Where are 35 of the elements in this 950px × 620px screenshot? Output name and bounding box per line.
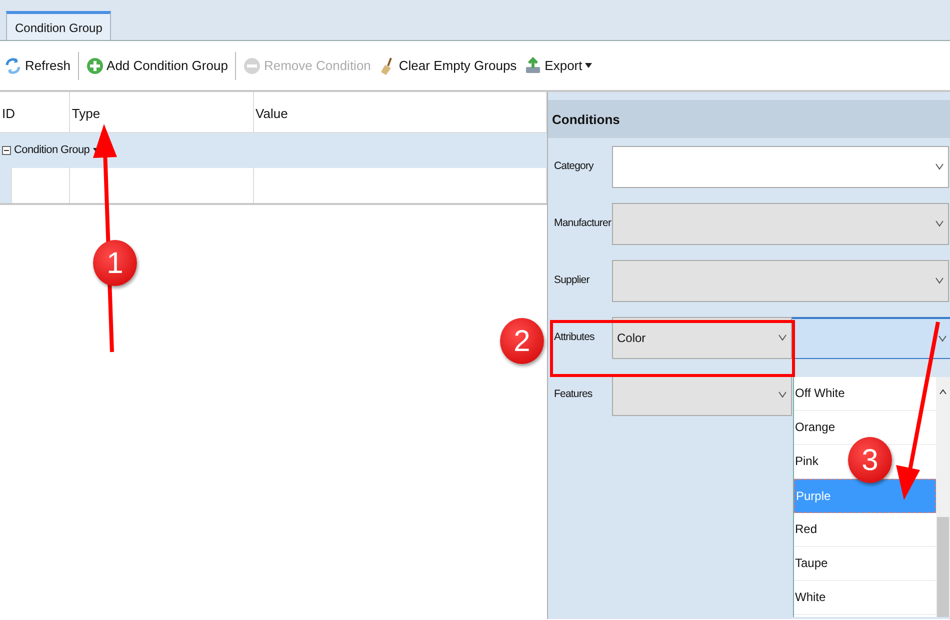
chevron-down-icon [935,163,944,170]
chevron-down-icon [935,277,944,284]
combo-box[interactable] [792,316,950,358]
toolbar-button[interactable]: Clear Empty Groups [376,54,519,78]
field-label: Features [554,386,594,402]
combo-box[interactable] [612,202,949,244]
combo-box[interactable]: Color [612,316,792,358]
chevron-down-icon [778,334,787,341]
combo-box[interactable] [612,260,949,302]
group-row[interactable]: Condition Group [0,133,547,168]
field-label: Attributes [554,330,596,345]
export-icon [524,56,542,74]
plus-circle-icon [86,56,104,74]
column-header[interactable]: ID [0,92,70,132]
group-label: Condition Group [14,143,90,158]
field-label: Category [554,158,595,174]
scrollbar[interactable] [936,377,950,617]
toolbar-button[interactable]: Refresh [2,54,73,78]
callout-marker: 1 [93,240,137,286]
chevron-down-icon [935,220,944,227]
field-label: Supplier [554,272,590,288]
chevron-down-icon [938,334,947,342]
field-label: Manufacturer [554,216,612,231]
panel-header: Conditions [548,100,950,138]
chevron-up-icon [939,389,947,395]
callout-marker: 2 [500,318,544,364]
tab[interactable]: Condition Group [6,11,112,40]
chevron-down-icon [778,391,787,398]
row-indent [0,168,12,203]
refresh-icon [4,56,22,74]
toolbar-button[interactable]: Export [522,54,594,78]
column-header[interactable]: Value [254,92,547,132]
combo-box[interactable] [612,146,949,188]
toolbar-button[interactable]: Add Condition Group [84,54,230,78]
minus-circle-icon [242,56,261,74]
